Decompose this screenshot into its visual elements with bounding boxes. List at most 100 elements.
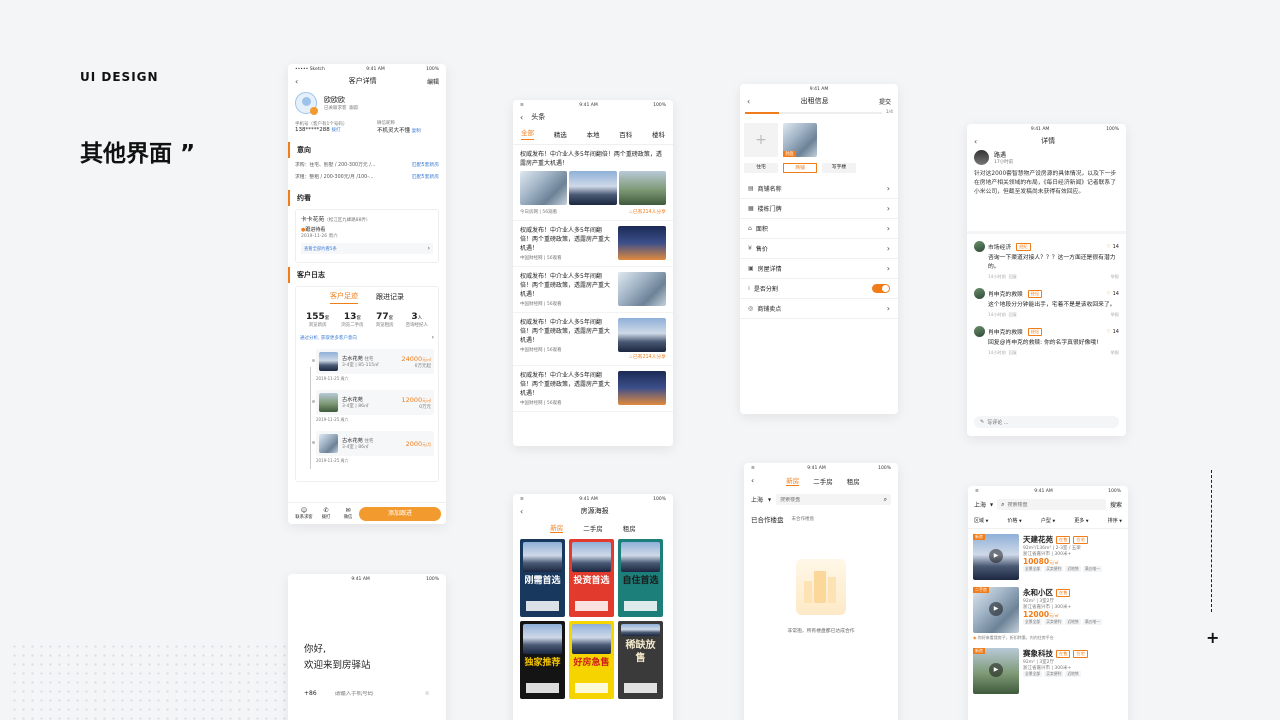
news-item[interactable]: 权威发布！中介业人多5年间翻倍！两个重磅政策，透露房产重大机遇！ 中国财经网 | …: [513, 313, 673, 366]
city-select[interactable]: 上海: [751, 495, 763, 504]
form-row[interactable]: ▤ 商铺名称 ›: [740, 179, 898, 199]
tab-rent[interactable]: 租房: [847, 476, 860, 486]
news-tab[interactable]: 本地: [587, 129, 600, 139]
filter-option[interactable]: 价格 ▼: [1007, 517, 1021, 524]
edit-button[interactable]: 编辑: [427, 77, 439, 86]
poster-card[interactable]: 好房急售: [569, 621, 614, 699]
report-link[interactable]: 举报: [1111, 274, 1119, 280]
back-icon[interactable]: ‹: [974, 137, 977, 146]
footprint-item[interactable]: 古水花苑 住宅 3-4室 | 86㎡ 2000元/月 2019-11-25 周六: [312, 431, 434, 464]
add-follow-button[interactable]: 添加跟进: [359, 506, 441, 521]
back-icon[interactable]: ‹: [295, 77, 298, 86]
play-icon[interactable]: ▶: [989, 602, 1003, 616]
form-row[interactable]: ▦ 楼栋门牌 ›: [740, 199, 898, 219]
chevron-down-icon: ▼: [990, 502, 994, 507]
like-icon[interactable]: ♡: [1107, 329, 1111, 335]
search-input[interactable]: [780, 496, 861, 503]
split-toggle[interactable]: [872, 284, 890, 293]
tab-new[interactable]: 新房: [550, 522, 564, 533]
phone-input[interactable]: [334, 690, 425, 697]
news-tab[interactable]: 百科: [619, 129, 632, 139]
tab-new[interactable]: 新房: [786, 475, 800, 486]
cooperated-tab[interactable]: 已合作楼盘: [751, 514, 784, 524]
appointment-card[interactable]: 卡卡花苑（松江区九峰路88弄） ●跟进待看 2019-11-26 周六 查看全部…: [295, 209, 439, 263]
match-link[interactable]: 匹配5套新房: [412, 173, 439, 180]
news-tab[interactable]: 精选: [554, 129, 567, 139]
uncooperated-tab[interactable]: 未合作楼盘: [792, 516, 815, 522]
form-row[interactable]: ¥ 售价 ›: [740, 239, 898, 259]
customer-profile: 欧欧欧 已关联求客 跟踪: [288, 88, 446, 118]
like-icon[interactable]: ♡: [1107, 244, 1111, 250]
poster-card[interactable]: 刚需首选: [520, 539, 565, 617]
play-icon[interactable]: ▶: [989, 549, 1003, 563]
listing-item[interactable]: 二手房 ▶ 永和小区 在售 92m² | 3室2厅 浙江省嘉兴市 | 300米+ 1…: [968, 582, 1128, 643]
news-image: [618, 226, 666, 260]
news-tab[interactable]: 楼科: [652, 129, 665, 139]
type-option[interactable]: 写字楼: [822, 163, 856, 173]
back-icon[interactable]: ‹: [520, 507, 523, 516]
chevron-down-icon: ▼: [1119, 519, 1122, 523]
form-row[interactable]: ⁞ 是否分割: [740, 279, 898, 299]
tab-second[interactable]: 二手房: [583, 523, 603, 533]
news-item[interactable]: 权威发布！中介业人多5年间翻倍！两个重磅政策，透露房产重大机遇！ 今日房网 | …: [513, 145, 673, 221]
add-photo-button[interactable]: +: [744, 123, 778, 157]
type-option-active[interactable]: 商铺: [783, 163, 817, 173]
city-select[interactable]: 上海: [974, 500, 986, 509]
house-thumb: [319, 434, 338, 453]
footprint-item[interactable]: 古水花苑 住宅 3-4室 | 85-115㎡ 24000元/㎡ 0万元起 2019-…: [312, 349, 434, 382]
call-button[interactable]: ✆ 拨打: [315, 507, 337, 520]
tab-rent[interactable]: 租房: [623, 523, 636, 533]
filter-option[interactable]: 排序 ▼: [1108, 517, 1122, 524]
tab-second[interactable]: 二手房: [813, 476, 833, 486]
search-icon[interactable]: ⌕: [884, 496, 887, 504]
back-icon[interactable]: ‹: [520, 113, 523, 122]
footprint-item[interactable]: 古水花苑 3-4室 | 86㎡ 12000元/㎡ 0万元 2019-11-25 周…: [312, 390, 434, 423]
poster-card[interactable]: 稀缺放售: [618, 621, 663, 699]
tab-footprint[interactable]: 客户足迹: [330, 291, 358, 304]
analysis-link[interactable]: 通过分析, 获取更多客户意向: [300, 335, 357, 341]
play-icon[interactable]: ▶: [989, 663, 1003, 677]
clear-icon[interactable]: ⊗: [425, 690, 430, 697]
like-icon[interactable]: ♡: [1107, 291, 1111, 297]
wechat-button[interactable]: ✉ 微信: [337, 507, 359, 520]
country-code[interactable]: +86: [304, 690, 317, 697]
news-item[interactable]: 权威发布！中介业人多5年间翻倍！两个重磅政策，透露房产重大机遇！ 中国财经网 | …: [513, 267, 673, 313]
news-item[interactable]: 权威发布！中介业人多5年间翻倍！两个重磅政策，透露房产重大机遇！ 中国财经网 | …: [513, 221, 673, 267]
form-row[interactable]: ⌂ 面积 ›: [740, 219, 898, 239]
report-link[interactable]: 举报: [1111, 312, 1119, 318]
poster-card[interactable]: 独家推荐: [520, 621, 565, 699]
back-icon[interactable]: ‹: [751, 476, 754, 485]
chevron-right-icon: ›: [886, 244, 890, 253]
wechat-name: 不机灵大不懂: [377, 128, 411, 134]
dial-link[interactable]: 拨打: [332, 128, 341, 133]
news-tab[interactable]: 全部: [521, 127, 534, 140]
filter-option[interactable]: 更多 ▼: [1074, 517, 1088, 524]
listing-item[interactable]: 新房 ▶ 赛象科技 在售 住宅 92m² | 3室2厅 浙江省嘉兴市 | 300米+ …: [968, 643, 1128, 696]
copy-link[interactable]: 复制: [412, 129, 421, 134]
search-input[interactable]: [1007, 501, 1078, 508]
tag-icon: ◎: [748, 305, 754, 312]
contact-button[interactable]: ☺ 联系求客: [293, 507, 315, 520]
tab-follow-record[interactable]: 跟进记录: [376, 292, 404, 304]
match-link[interactable]: 匹配5套新房: [412, 161, 439, 168]
comment-input[interactable]: ✎ 写评论 ...: [974, 416, 1119, 428]
poster-building: [621, 542, 660, 572]
search-button[interactable]: 搜索: [1110, 500, 1122, 509]
reply-link[interactable]: 回复: [1009, 350, 1017, 355]
listing-item[interactable]: 新房 ▶ 天建花苑 在售 住宅 92m²/136m² | 2-3室 / 五梁 浙江省嘉…: [968, 529, 1128, 582]
poster-card[interactable]: 自住首选: [618, 539, 663, 617]
submit-button[interactable]: 提交: [879, 97, 891, 106]
reply-link[interactable]: 回复: [1009, 274, 1017, 279]
type-option[interactable]: 住宅: [744, 163, 778, 173]
cover-photo[interactable]: 封面: [783, 123, 817, 157]
form-row[interactable]: ▣ 房屋详情 ›: [740, 259, 898, 279]
view-all-link[interactable]: 查看全部约看5条: [304, 246, 337, 252]
filter-option[interactable]: 区域 ▼: [974, 517, 988, 524]
back-icon[interactable]: ‹: [747, 97, 750, 106]
news-item[interactable]: 权威发布！中介业人多5年间翻倍！两个重磅政策，透露房产重大机遇！ 中国财经网 | …: [513, 366, 673, 412]
form-row[interactable]: ◎ 商铺卖点 ›: [740, 299, 898, 319]
reply-link[interactable]: 回复: [1009, 312, 1017, 317]
poster-card[interactable]: 投资首选: [569, 539, 614, 617]
report-link[interactable]: 举报: [1111, 350, 1119, 356]
filter-option[interactable]: 户型 ▼: [1041, 517, 1055, 524]
